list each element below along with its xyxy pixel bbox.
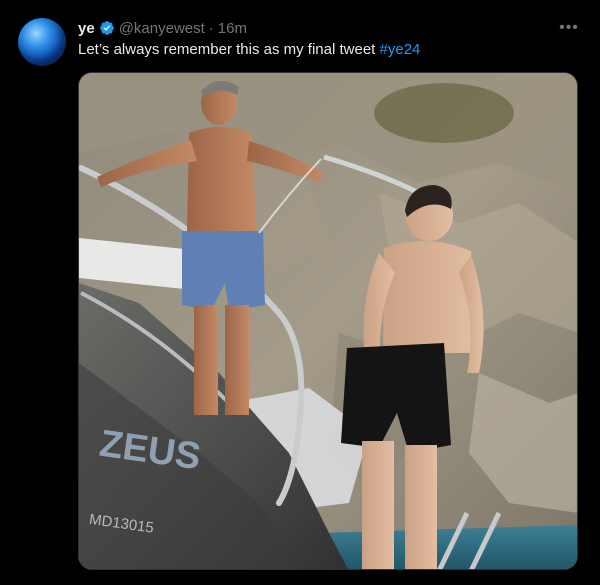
handle[interactable]: @kanyewest	[119, 20, 205, 37]
photo-illustration: ZEUS MD13015	[79, 73, 577, 569]
tweet-text-main: Let’s always remember this as my final t…	[78, 41, 380, 58]
tweet-header: ye @kanyewest · 16m	[78, 18, 247, 38]
tweet-media-photo[interactable]: ZEUS MD13015	[78, 72, 578, 570]
separator: ·	[208, 19, 214, 37]
display-name[interactable]: ye	[78, 20, 95, 37]
verified-badge-icon	[99, 21, 114, 35]
more-icon[interactable]: •••	[556, 18, 582, 38]
avatar[interactable]	[18, 18, 66, 66]
tweet-text: Let’s always remember this as my final t…	[78, 40, 420, 60]
hashtag-link[interactable]: #ye24	[380, 41, 421, 58]
timestamp[interactable]: 16m	[218, 20, 247, 37]
